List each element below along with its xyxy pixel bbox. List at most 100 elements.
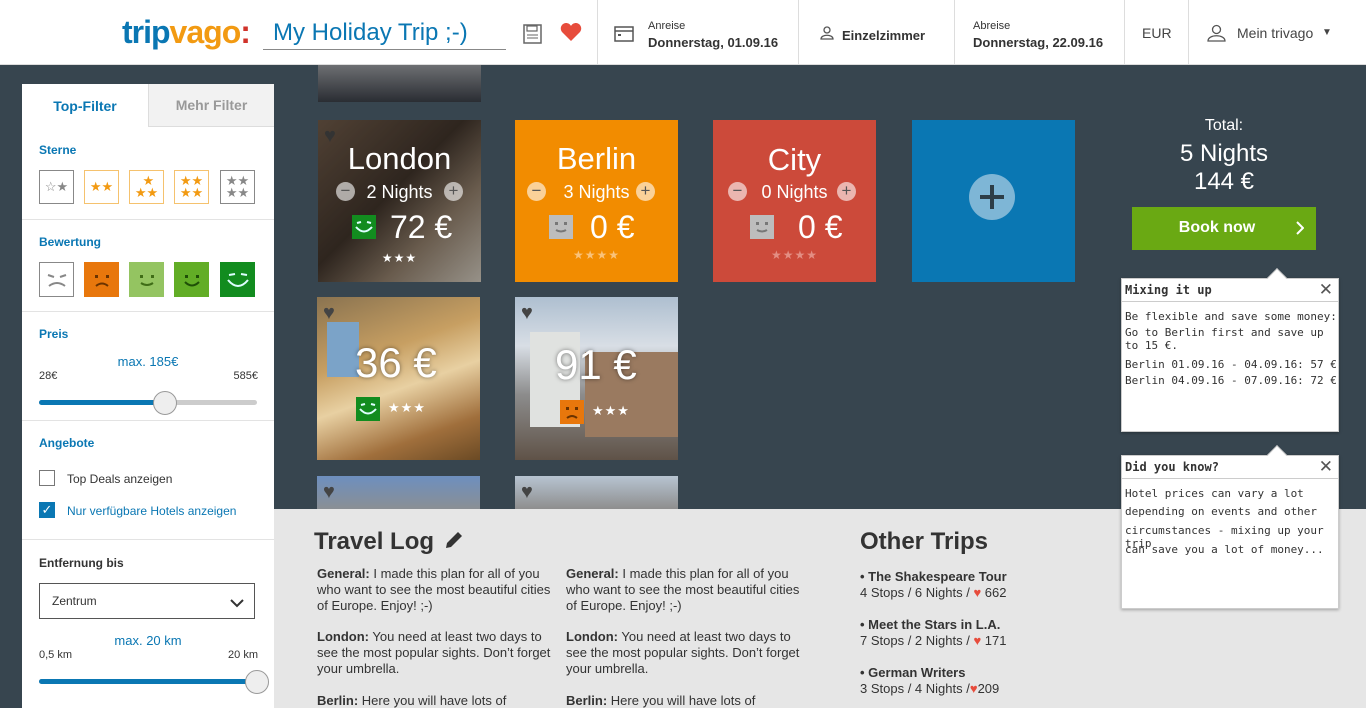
plus-night-button[interactable]: + <box>837 182 856 201</box>
trip-name[interactable]: • The Shakespeare Tour <box>860 569 1007 585</box>
available-hotels-label[interactable]: Nur verfügbare Hotels anzeigen <box>67 504 236 518</box>
tile-city-name: Berlin <box>556 141 637 176</box>
star-icon: ★★ ★★ <box>225 173 250 200</box>
rating-filter-poor[interactable] <box>84 262 119 297</box>
chevron-down-icon <box>230 595 244 613</box>
other-trip-item[interactable]: • The Shakespeare Tour 4 Stops / 6 Night… <box>860 569 1007 601</box>
header: tripvago: Anreise Donnerstag, 01.09.16 E… <box>0 0 1366 65</box>
top-deals-checkbox[interactable] <box>39 470 55 486</box>
plus-night-button[interactable]: + <box>444 182 463 201</box>
checkout-label: Abreise <box>973 20 1011 32</box>
available-hotels-checkbox[interactable]: ✓ <box>39 502 55 518</box>
did-you-know-popup: Did you know? ✕ Hotel prices can vary a … <box>1121 445 1339 609</box>
tripvago-logo[interactable]: tripvago: <box>122 14 251 51</box>
popup-text: Be flexible and save some money: <box>1125 310 1337 323</box>
hotel-tile-1[interactable]: ♥ 36 € ★★★ <box>317 297 480 460</box>
favorite-heart-icon[interactable] <box>560 22 582 47</box>
currency-value: EUR <box>1142 25 1172 41</box>
heart-icon[interactable]: ♥ <box>323 482 335 502</box>
frown-face-icon <box>560 400 584 424</box>
checkout-date[interactable]: Abreise Donnerstag, 22.09.16 <box>955 0 1125 64</box>
person-icon <box>820 26 834 45</box>
star-filter-2[interactable]: ★★ <box>84 170 119 204</box>
filter-sidebar: Top-Filter Mehr Filter Sterne ☆★ ★★ ★ ★★ … <box>22 84 274 708</box>
other-trip-item[interactable]: • German Writers 3 Stops / 4 Nights /♥20… <box>860 665 999 697</box>
distance-slider-handle[interactable] <box>245 670 269 694</box>
price-max-value: max. 185€ <box>117 354 179 369</box>
trip-name[interactable]: • German Writers <box>860 665 999 681</box>
tab-top-filter[interactable]: Top-Filter <box>22 84 148 127</box>
divider <box>22 311 274 312</box>
frown-face-icon <box>94 274 109 287</box>
star-filter-1[interactable]: ☆★ <box>39 170 74 204</box>
total-label: Total: <box>1204 117 1244 134</box>
currency-selector[interactable]: EUR <box>1125 0 1188 64</box>
hotel-tile-2[interactable]: ♥ 91 € ★★★ <box>515 297 678 460</box>
plus-icon[interactable] <box>969 174 1015 220</box>
star-filter-4[interactable]: ★★ ★★ <box>174 170 209 204</box>
rating-filter-ok[interactable] <box>129 262 164 297</box>
star-icon: ★★ <box>89 179 114 194</box>
city-tile-london[interactable]: ♥ London − 2 Nights + 72 € ★★★ <box>318 120 481 282</box>
checkmark-icon: ✓ <box>41 502 53 517</box>
trip-meta: 7 Stops / 2 Nights / ♥ 171 <box>860 633 1007 648</box>
tab-more-filter[interactable]: Mehr Filter <box>148 84 274 127</box>
top-deals-label[interactable]: Top Deals anzeigen <box>67 472 172 486</box>
checkin-value: Donnerstag, 01.09.16 <box>648 35 779 50</box>
rating-filter-good[interactable] <box>174 262 209 297</box>
hotel-stars: ★★★ <box>592 403 630 418</box>
star-filter-3[interactable]: ★ ★★ <box>129 170 164 204</box>
price-slider-handle[interactable] <box>153 391 178 415</box>
book-now-label: Book now <box>1178 219 1256 236</box>
popup-arrow <box>1267 268 1287 288</box>
total-price: 144 € <box>1193 168 1255 195</box>
checkout-value: Donnerstag, 22.09.16 <box>973 35 1104 50</box>
hotel-tile-partial-2[interactable]: ♥ <box>515 476 678 509</box>
price-slider-track[interactable] <box>39 391 257 415</box>
plus-night-button[interactable]: + <box>636 182 655 201</box>
rating-filter-excellent[interactable] <box>220 262 255 297</box>
divider <box>22 420 274 421</box>
other-trip-item[interactable]: • Meet the Stars in L.A. 7 Stops / 2 Nig… <box>860 617 1007 649</box>
close-icon[interactable]: ✕ <box>1319 280 1333 300</box>
distance-select[interactable]: Zentrum <box>39 583 255 619</box>
stars-title: Sterne <box>39 143 77 157</box>
chevron-right-icon <box>1296 221 1305 240</box>
mixing-popup: Mixing it up ✕ Be flexible and save some… <box>1121 268 1339 432</box>
heart-icon[interactable]: ♥ <box>521 482 533 502</box>
tile-price: 0 € <box>798 209 843 245</box>
trip-name[interactable]: • Meet the Stars in L.A. <box>860 617 1007 633</box>
star-icon: ★★ ★★ <box>179 173 204 200</box>
add-city-tile[interactable] <box>912 120 1075 282</box>
heart-icon[interactable]: ♥ <box>521 303 533 323</box>
log-general: General: I made this plan for all of you… <box>566 566 800 613</box>
room-type[interactable]: Einzelzimmer <box>799 0 954 64</box>
tile-price: 0 € <box>590 209 635 245</box>
trip-name-input[interactable] <box>263 16 506 50</box>
rating-filter-bad[interactable] <box>39 262 74 297</box>
hotel-price: 91 € <box>555 341 637 388</box>
close-icon[interactable]: ✕ <box>1319 457 1333 477</box>
hotel-tile-partial-1[interactable]: ♥ <box>317 476 480 509</box>
save-icon[interactable] <box>523 24 542 44</box>
divider <box>1122 301 1338 302</box>
rating-smile-icon <box>356 397 380 421</box>
star-filter-5[interactable]: ★★ ★★ <box>220 170 255 204</box>
account-menu[interactable]: Mein trivago ▼ <box>1189 0 1366 64</box>
distance-slider-track[interactable] <box>39 670 269 694</box>
other-trips-title: Other Trips <box>860 528 989 555</box>
city-tile-new[interactable]: City − 0 Nights + 0 € ★★★★ <box>713 120 876 282</box>
book-now-button[interactable]: Book now <box>1132 207 1316 250</box>
tile-price: 72 € <box>390 209 453 245</box>
divider <box>22 539 274 540</box>
hotel-photo-partial[interactable] <box>318 65 481 102</box>
checkin-date[interactable]: Anreise Donnerstag, 01.09.16 <box>598 0 798 64</box>
neutral-face-icon <box>549 215 573 239</box>
log-berlin: Berlin: Here you will have lots of <box>566 693 756 708</box>
distance-max-label: 20 km <box>228 649 258 661</box>
trip-meta: 3 Stops / 4 Nights /♥209 <box>860 681 1000 696</box>
pencil-icon[interactable] <box>443 529 465 556</box>
heart-icon[interactable]: ♥ <box>323 303 335 323</box>
city-tile-berlin[interactable]: Berlin − 3 Nights + 0 € ★★★★ <box>515 120 678 282</box>
big-smile-icon <box>226 272 249 287</box>
